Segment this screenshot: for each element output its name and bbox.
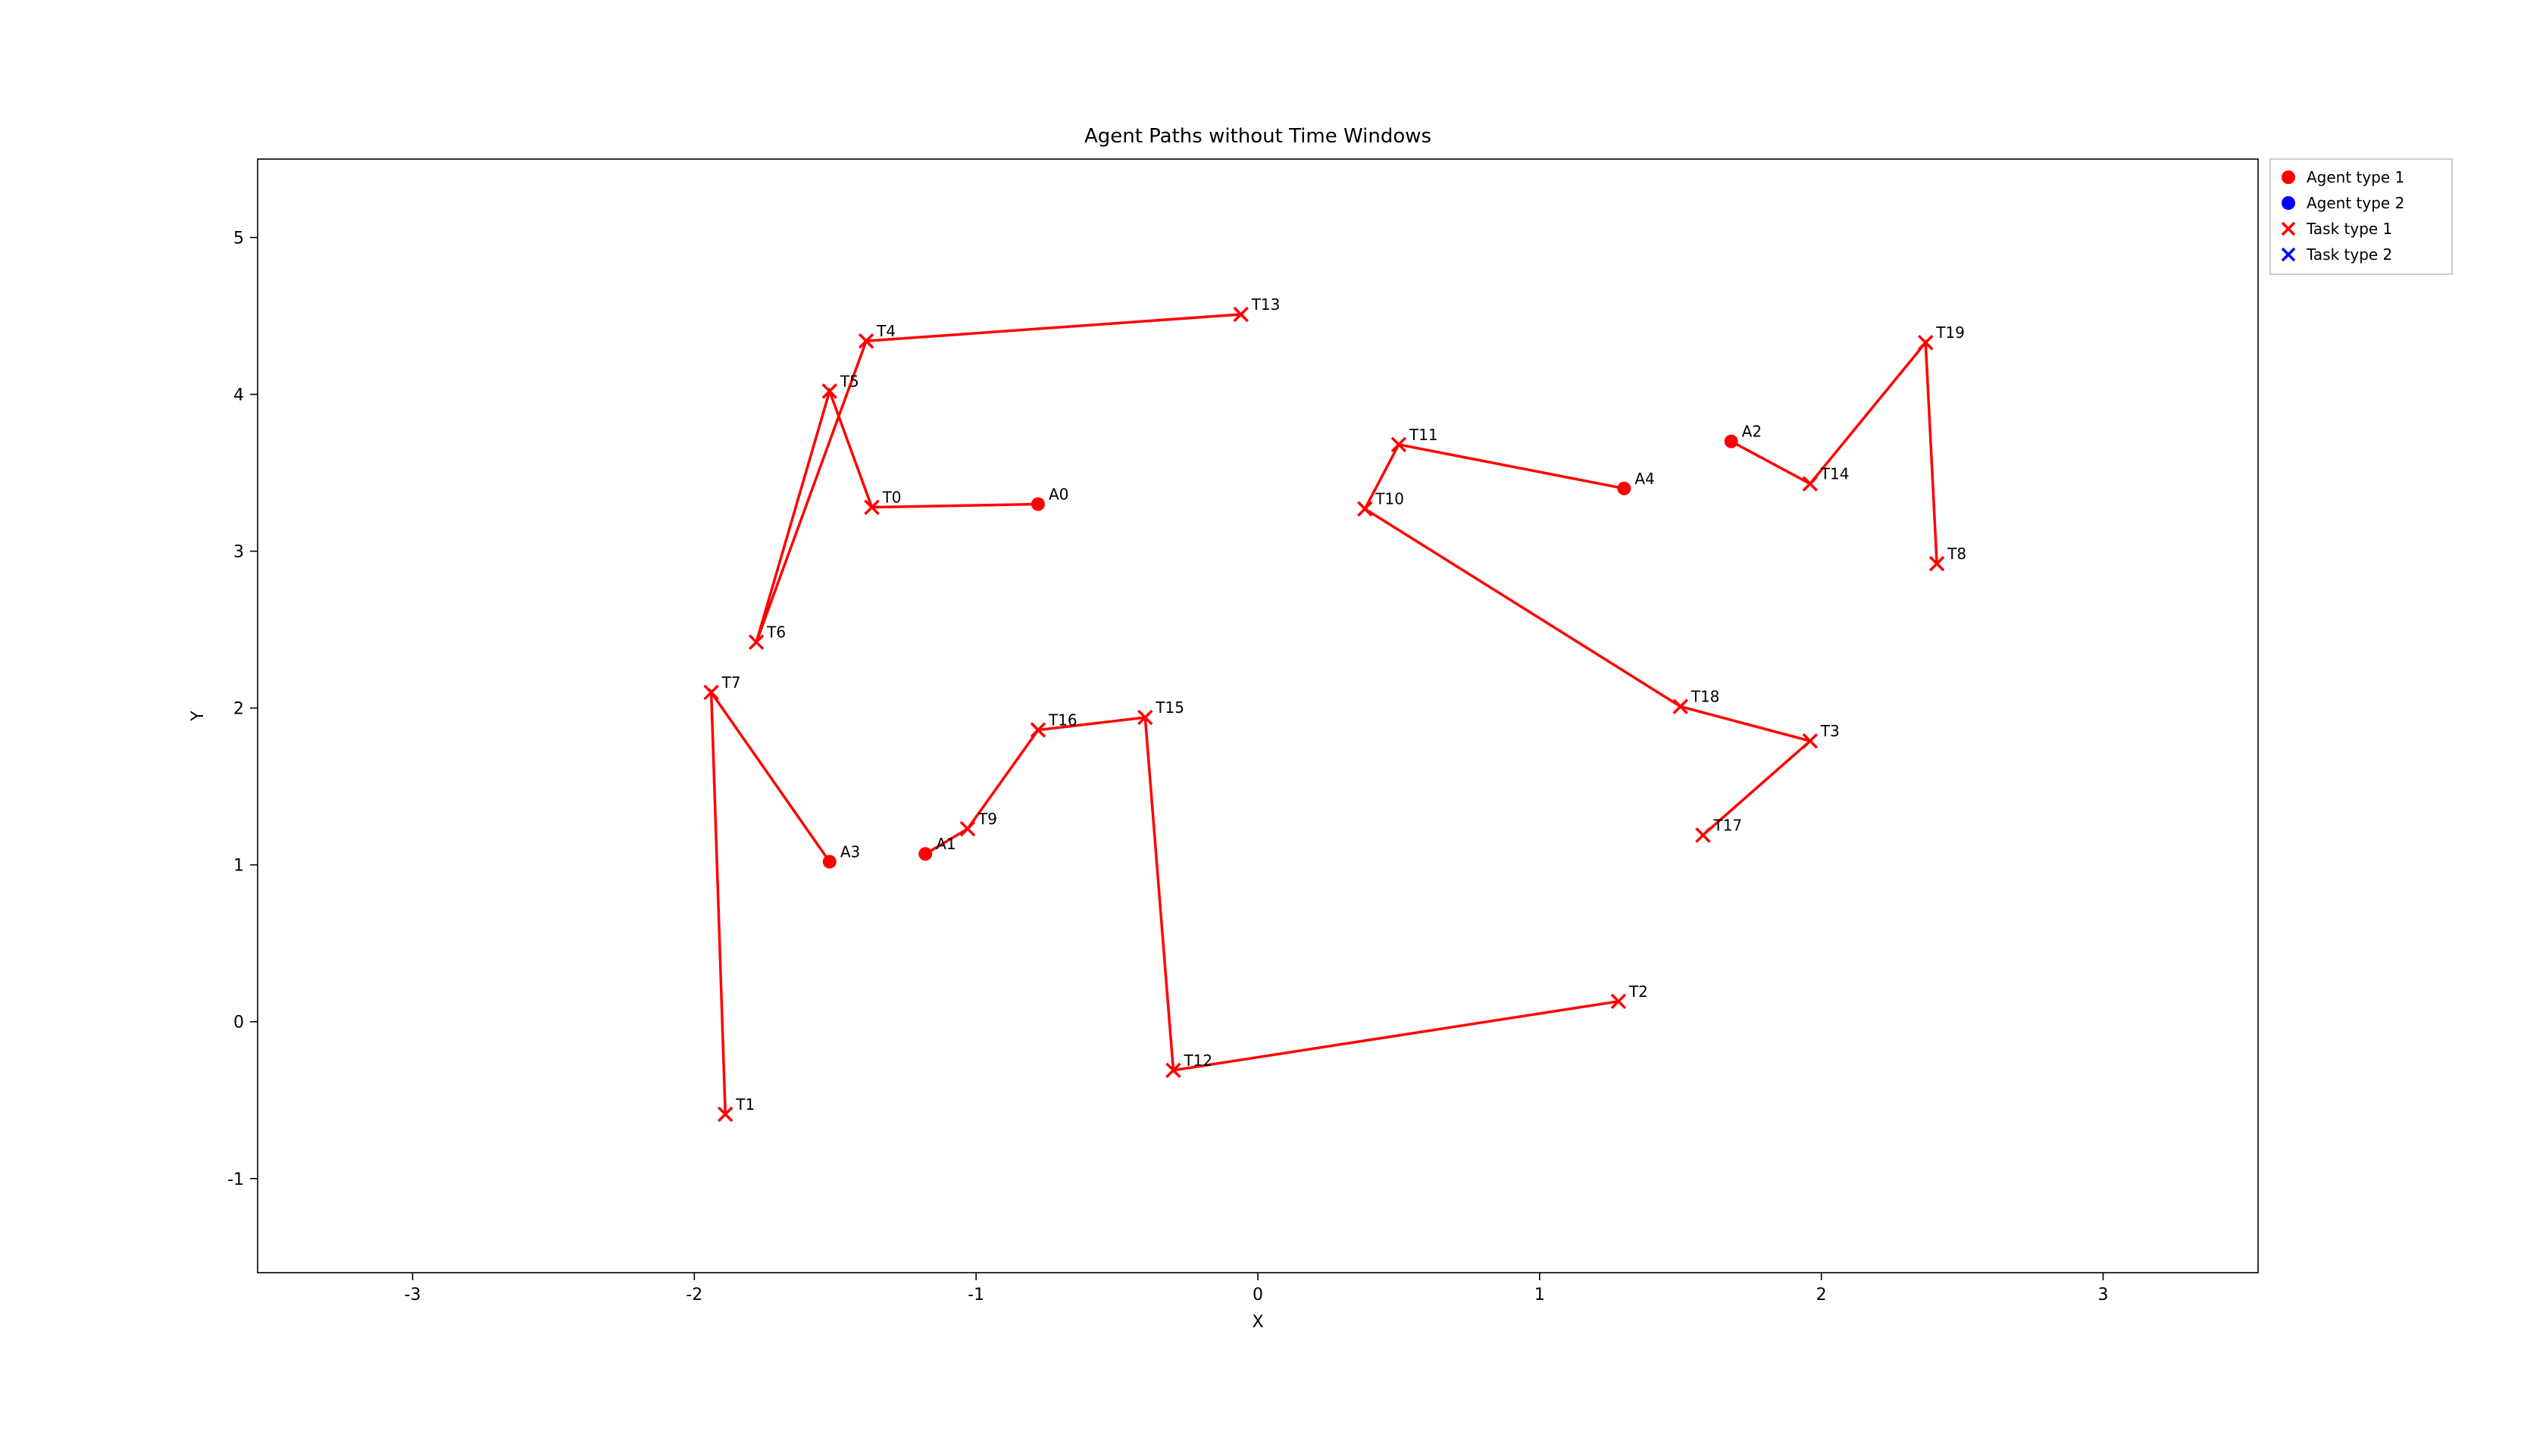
legend-marker-icon	[2282, 196, 2295, 210]
point-label-t10: T10	[1375, 490, 1404, 508]
chart-title: Agent Paths without Time Windows	[1084, 125, 1431, 148]
point-label-t14: T14	[1820, 465, 1850, 483]
legend-item-label: Agent type 2	[2307, 194, 2404, 212]
point-label-t12: T12	[1183, 1051, 1212, 1070]
x-tick-label: 1	[1534, 1286, 1545, 1304]
x-tick-label: -1	[968, 1286, 984, 1304]
agent-marker-a3	[823, 855, 837, 869]
point-label-t4: T4	[876, 322, 896, 340]
point-label-t15: T15	[1155, 698, 1184, 717]
agent-path-a0	[756, 314, 1241, 642]
x-axis-label: X	[1252, 1313, 1263, 1332]
point-label-a1: A1	[936, 835, 956, 853]
y-tick-label: 1	[233, 857, 244, 876]
y-tick-label: 5	[233, 230, 244, 248]
y-axis-ticks: -1 0 1 2 3 4 5	[227, 230, 258, 1189]
point-label-a3: A3	[840, 843, 860, 861]
point-label-t3: T3	[1820, 722, 1840, 740]
point-label-t8: T8	[1947, 545, 1966, 563]
point-label-t1: T1	[735, 1095, 755, 1114]
point-label-a4: A4	[1634, 470, 1654, 488]
agent-path-a2	[1731, 342, 1937, 564]
x-tick-label: -3	[405, 1286, 421, 1304]
y-tick-label: 4	[233, 386, 244, 405]
point-label-t11: T11	[1409, 426, 1438, 444]
agent-marker-a1	[918, 847, 932, 861]
agent-marker-a2	[1725, 435, 1738, 448]
agent-path-a1	[925, 717, 1619, 1070]
legend: Agent type 1 Agent type 2 Task type 1 Task …	[2270, 159, 2452, 274]
legend-item-label: Task type 2	[2306, 245, 2392, 264]
point-labels: A0 A1 A2 A3 A4 T0 T1 T2 T3 T4 T5 T6 T7 T8 T9 T10 T11 T12 T…	[721, 295, 1966, 1114]
y-tick-label: -1	[227, 1170, 244, 1189]
chart-root: -3 -2 -1 0 1 2 3 -1 0 1 2 3 4 5 X Y Agent Paths with…	[0, 0, 2546, 1456]
x-tick-label: 0	[1253, 1286, 1263, 1304]
point-label-t0: T0	[882, 489, 902, 507]
agent-path-a3	[712, 692, 830, 1114]
chart-svg: -3 -2 -1 0 1 2 3 -1 0 1 2 3 4 5 X Y Agent Paths with…	[0, 0, 2546, 1456]
point-label-t2: T2	[1628, 983, 1648, 1001]
point-label-t13: T13	[1251, 295, 1281, 314]
legend-item-label: Agent type 1	[2307, 168, 2404, 186]
point-label-t6: T6	[766, 623, 786, 642]
legend-marker-icon	[2282, 170, 2295, 184]
point-label-t5: T5	[840, 372, 859, 390]
y-tick-label: 2	[233, 700, 244, 719]
point-label-a2: A2	[1742, 423, 1762, 441]
agent-marker-a0	[1031, 497, 1045, 511]
point-label-t9: T9	[977, 810, 997, 828]
point-label-t16: T16	[1048, 711, 1078, 730]
x-tick-label: -2	[686, 1286, 702, 1304]
agent-path-a4	[1365, 445, 1809, 836]
point-label-a0: A0	[1049, 485, 1068, 503]
y-tick-label: 3	[233, 543, 244, 562]
x-tick-label: 3	[2097, 1286, 2108, 1304]
point-label-t18: T18	[1691, 688, 1720, 706]
y-axis-label: Y	[189, 711, 208, 722]
point-label-t7: T7	[721, 673, 741, 692]
point-label-t19: T19	[1935, 323, 1965, 342]
x-axis-ticks: -3 -2 -1 0 1 2 3	[405, 1273, 2109, 1304]
x-tick-label: 2	[1816, 1286, 1827, 1304]
y-tick-label: 0	[233, 1014, 244, 1033]
agent-marker-a4	[1617, 482, 1631, 495]
point-label-t17: T17	[1712, 816, 1742, 834]
legend-item-label: Task type 1	[2306, 220, 2392, 238]
agent-markers	[823, 435, 1738, 869]
